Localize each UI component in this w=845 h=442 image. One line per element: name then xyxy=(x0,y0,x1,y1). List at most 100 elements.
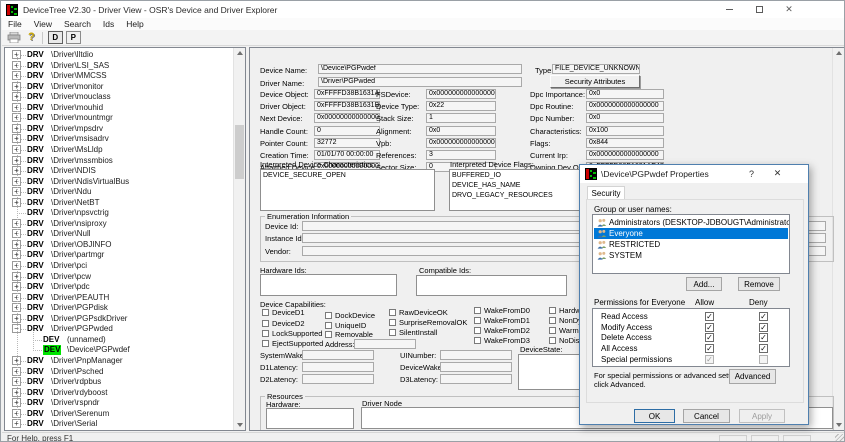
interpreted-flags-list[interactable]: BUFFERED_IODEVICE_HAS_NAMEDRVO_LEGACY_RE… xyxy=(449,169,594,211)
capability-checkbox[interactable]: SilentInstall xyxy=(389,328,437,337)
tree-item[interactable]: +DRV\Driver\mouclass xyxy=(6,92,232,103)
capability-checkbox[interactable]: WakeFromD3 xyxy=(474,336,530,345)
d3latency-field[interactable] xyxy=(440,374,512,384)
capability-checkbox[interactable]: DeviceD2 xyxy=(262,319,305,328)
field-value[interactable]: 0x0000000000000000 xyxy=(586,150,664,160)
field-value[interactable]: 0x0 xyxy=(586,113,664,123)
tree-item[interactable]: +DRV\Driver\PGPdisk xyxy=(6,303,232,314)
compatible-ids-list[interactable] xyxy=(416,275,567,296)
interpreted-characteristics-list[interactable]: DEVICE_SECURE_OPEN xyxy=(260,169,435,211)
capability-checkbox[interactable]: WakeFromD0 xyxy=(474,306,530,315)
tree-item[interactable]: +DRV\Driver\PEAUTH xyxy=(6,293,232,304)
field-value[interactable]: 0x0 xyxy=(426,126,496,136)
dialog-close-button[interactable]: ✕ xyxy=(769,166,786,181)
device-type-value[interactable]: FILE_DEVICE_UNKNOWN xyxy=(552,64,640,74)
menu-item-view[interactable]: View xyxy=(28,19,58,29)
driver-view-button[interactable]: D xyxy=(48,31,63,44)
capability-checkbox[interactable]: SurpriseRemovalOK xyxy=(389,318,467,327)
tree-item[interactable]: +DRV\Driver\Serial xyxy=(6,419,232,430)
tree-item[interactable]: +DRV\Driver\nsiproxy xyxy=(6,219,232,230)
field-value[interactable]: 0x844 xyxy=(586,138,664,148)
field-value[interactable]: 0x0000000000000000 xyxy=(586,101,664,111)
allow-checkbox[interactable]: ✓ xyxy=(705,323,714,332)
allow-checkbox[interactable]: ✓ xyxy=(705,333,714,342)
tree-item[interactable]: +DRV\Driver\mpsdrv xyxy=(6,124,232,135)
tree-item[interactable]: +DRV\Driver\pcw xyxy=(6,272,232,283)
tree-item[interactable]: DEV(unnamed) xyxy=(6,335,232,346)
plug-and-play-view-button[interactable]: P xyxy=(66,31,81,44)
tree-item[interactable]: +DRV\Driver\mssmbios xyxy=(6,156,232,167)
field-value[interactable]: 01/01/70 00:00:00 xyxy=(314,150,380,160)
tree-item[interactable]: DEV\Device\PGPwdef xyxy=(6,345,232,356)
tree-item[interactable]: +DRV\Driver\MMCSS xyxy=(6,71,232,82)
close-button[interactable]: ✕ xyxy=(774,1,804,18)
capability-checkbox[interactable]: UniqueID xyxy=(325,321,366,330)
tree-item[interactable]: +DRV\Driver\mountmgr xyxy=(6,113,232,124)
security-attributes-button[interactable]: Security Attributes xyxy=(550,75,640,88)
field-value[interactable]: 0x22 xyxy=(426,101,496,111)
tree-item[interactable]: +DRV\Driver\OBJINFO xyxy=(6,240,232,251)
field-value[interactable]: 1 xyxy=(426,113,496,123)
tree-item[interactable]: +DRV\Driver\rdyboost xyxy=(6,388,232,399)
maximize-button[interactable] xyxy=(744,1,774,18)
remove-user-button[interactable]: Remove xyxy=(738,277,780,291)
advanced-button[interactable]: Advanced xyxy=(729,369,776,384)
field-value[interactable]: 0xFFFFD38B1631AE40 xyxy=(314,89,380,99)
tree-item[interactable]: +DRV\Driver\Null xyxy=(6,229,232,240)
tree-item[interactable]: +DRV\Driver\rspndr xyxy=(6,398,232,409)
systemwake-field[interactable] xyxy=(302,350,374,360)
capability-checkbox[interactable]: DockDevice xyxy=(325,311,375,320)
deny-checkbox[interactable]: ✓ xyxy=(759,344,768,353)
hardware-ids-list[interactable] xyxy=(260,274,397,296)
driver-name-value[interactable]: \Driver\PGPwded xyxy=(318,77,522,87)
group-user-names-list[interactable]: Administrators (DESKTOP-JDBOUGT\Administ… xyxy=(592,214,790,274)
tree-item[interactable]: +DRV\Driver\monitor xyxy=(6,82,232,93)
tree-item[interactable]: +DRV\Driver\PnpManager xyxy=(6,356,232,367)
tree-scrollbar[interactable] xyxy=(233,48,245,430)
field-value[interactable]: 0x0000000000000000 xyxy=(426,89,496,99)
capability-checkbox[interactable]: Removable xyxy=(325,330,373,339)
tree-item[interactable]: +DRV\Driver\NDIS xyxy=(6,166,232,177)
hardware-resources-list[interactable] xyxy=(266,408,354,429)
user-list-item[interactable]: Everyone xyxy=(594,228,788,239)
dialog-help-button[interactable]: ? xyxy=(743,166,760,181)
capability-checkbox[interactable]: WakeFromD2 xyxy=(474,326,530,335)
tree-item[interactable]: +DRV\Driver\partmgr xyxy=(6,250,232,261)
uinumber-field[interactable] xyxy=(440,350,512,360)
resize-grip-icon[interactable] xyxy=(835,434,844,442)
tree-item[interactable]: +DRV\Driver\Psched xyxy=(6,367,232,378)
tree-item[interactable]: +DRV\Driver\LSI_SAS xyxy=(6,61,232,72)
menu-item-search[interactable]: Search xyxy=(58,19,97,29)
ok-button[interactable]: OK xyxy=(634,409,675,423)
user-list-item[interactable]: RESTRICTED xyxy=(594,239,788,250)
field-value[interactable]: 0x0 xyxy=(586,89,664,99)
device-state-list[interactable] xyxy=(518,354,580,390)
tree-item[interactable]: +DRV\Driver\Ndu xyxy=(6,187,232,198)
tree-item[interactable]: +DRV\Driver\rdpbus xyxy=(6,377,232,388)
capability-checkbox[interactable]: LockSupported xyxy=(262,329,322,338)
deny-checkbox[interactable]: ✓ xyxy=(759,333,768,342)
apply-button[interactable]: Apply xyxy=(739,409,785,423)
tree-item[interactable]: +DRV\Driver\NetBT xyxy=(6,198,232,209)
devicewake-field[interactable] xyxy=(440,362,512,372)
tree-item[interactable]: +DRV\Driver\pdc xyxy=(6,282,232,293)
field-value[interactable]: 0x100 xyxy=(586,126,664,136)
capability-checkbox[interactable]: EjectSupported xyxy=(262,339,323,348)
d2latency-field[interactable] xyxy=(302,374,374,384)
d1latency-field[interactable] xyxy=(302,362,374,372)
tree-scrollbar-thumb[interactable] xyxy=(235,125,244,179)
allow-checkbox[interactable]: ✓ xyxy=(705,344,714,353)
tree-item[interactable]: +DRV\Driver\msisadrv xyxy=(6,134,232,145)
scroll-down-icon[interactable] xyxy=(234,420,245,430)
tree-item[interactable]: +DRV\Driver\mouhid xyxy=(6,103,232,114)
field-value[interactable]: 0x0000000000000000 xyxy=(426,138,496,148)
tree-item[interactable]: DRV\Driver\npsvctrig xyxy=(6,208,232,219)
tree-item[interactable]: +DRV\Driver\MsLldp xyxy=(6,145,232,156)
tree-item[interactable]: +DRV\Driver\lltdio xyxy=(6,50,232,61)
field-value[interactable]: 0x0000000000000000 xyxy=(314,113,380,123)
menu-item-ids[interactable]: Ids xyxy=(97,19,120,29)
user-list-item[interactable]: Administrators (DESKTOP-JDBOUGT\Administ… xyxy=(594,217,788,228)
cancel-button[interactable]: Cancel xyxy=(683,409,730,423)
tree-item[interactable]: +DRV\Driver\NdisVirtualBus xyxy=(6,177,232,188)
tab-security[interactable]: Security xyxy=(587,186,625,200)
